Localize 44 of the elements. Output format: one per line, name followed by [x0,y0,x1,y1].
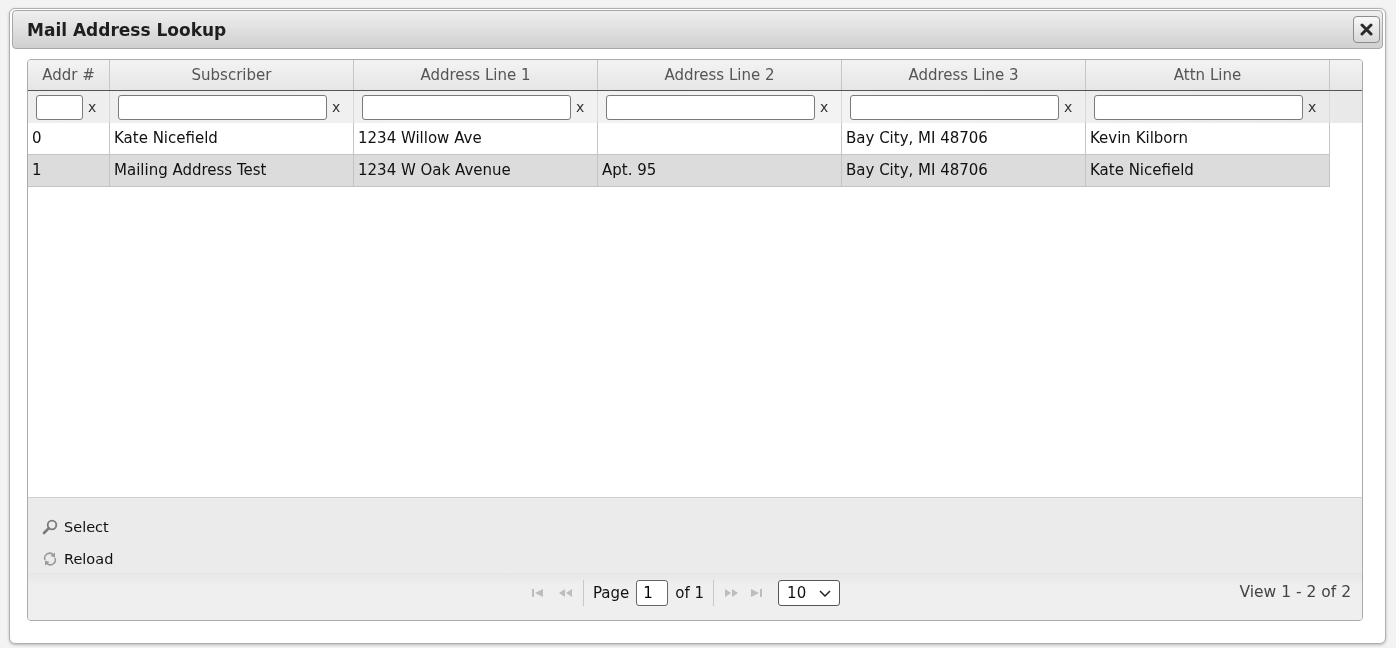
table-cell: Kate Nicefield [110,123,354,154]
table-cell: Kate Nicefield [1086,155,1330,186]
dialog-title: Mail Address Lookup [27,19,227,40]
clear-filter-button[interactable]: x [88,99,97,115]
reload-button[interactable]: Reload [42,547,116,571]
table-cell: Kevin Kilborn [1086,123,1330,154]
clear-filter-button[interactable]: x [332,99,341,115]
table-cell: 0 [28,123,110,154]
close-button[interactable] [1353,16,1380,43]
table-cell: Bay City, MI 48706 [842,123,1086,154]
chevron-down-icon [819,589,832,597]
filter-input[interactable] [850,94,1059,120]
page-input[interactable]: 1 [636,580,669,606]
record-count: View 1 - 2 of 2 [1239,582,1352,603]
select-button[interactable]: Select [42,515,111,539]
refresh-icon [42,551,58,567]
column-header[interactable]: Subscriber [110,60,354,90]
column-header[interactable]: Address Line 3 [842,60,1086,90]
page-count: of 1 [675,584,705,602]
column-header[interactable]: Addr # [28,60,110,90]
table-cell: Bay City, MI 48706 [842,155,1086,186]
filter-input[interactable] [36,94,83,120]
table-row[interactable]: 0 Kate Nicefield 1234 Willow Ave Bay City, MI 48706 Kevin Kilborn [28,123,1330,155]
table-cell: Apt. 95 [598,155,842,186]
table-row[interactable]: 1 Mailing Address Test 1234 W Oak Avenue Apt. 95 Bay City, MI 48706 Kate Nicefield [28,155,1330,187]
filter-input[interactable] [362,94,571,120]
column-header[interactable]: Attn Line [1086,60,1330,90]
clear-filter-button[interactable]: x [576,99,585,115]
filter-input[interactable] [118,94,327,120]
page-label: Page [593,584,630,602]
filter-input[interactable] [606,94,815,120]
column-header[interactable]: Address Line 2 [598,60,842,90]
table-cell: 1234 Willow Ave [354,123,598,154]
close-icon [1360,23,1373,36]
table-cell: Mailing Address Test [110,155,354,186]
clear-filter-button[interactable]: x [1064,99,1073,115]
clear-filter-button[interactable]: x [1308,99,1317,115]
search-icon [42,519,58,535]
clear-filter-button[interactable]: x [820,99,829,115]
column-header[interactable]: Address Line 1 [354,60,598,90]
table-cell: 1 [28,155,110,186]
filter-input[interactable] [1094,94,1303,120]
table-cell: 1234 W Oak Avenue [354,155,598,186]
page-size-dropdown[interactable]: 10 [778,580,841,606]
